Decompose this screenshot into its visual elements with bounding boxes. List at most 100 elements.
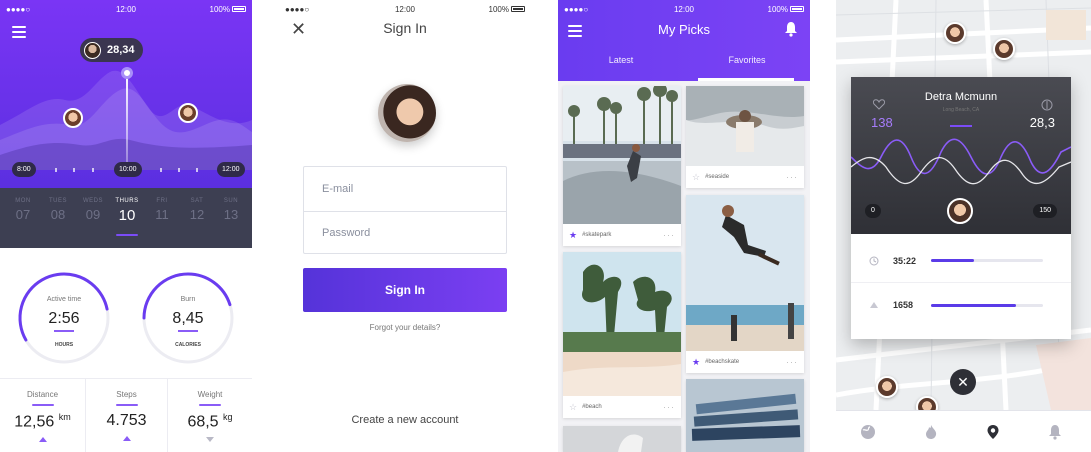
more-options-icon[interactable]: ··· <box>786 172 798 182</box>
timeline-scrubber[interactable]: 8:00 10:00 12:00 <box>0 162 252 178</box>
ring-unit: HOURS <box>54 342 74 348</box>
close-button[interactable]: ✕ <box>950 369 976 395</box>
battery-text: 100% <box>488 4 509 14</box>
more-options-icon[interactable]: ··· <box>663 230 675 240</box>
bubble-value: 28,34 <box>107 44 135 56</box>
time-chip-current: 10:00 <box>114 162 142 177</box>
books-photo <box>686 379 804 452</box>
pick-card[interactable]: ★ #skatepark ··· <box>563 86 681 246</box>
ring-value: 2:56 <box>48 310 80 327</box>
metrics-row: Distance 12,56 km Steps 4.753 Weight 68,… <box>0 378 252 452</box>
profile-location: Long Beach, CA <box>942 107 980 113</box>
menu-icon[interactable] <box>12 26 26 38</box>
ring-label: Active time <box>46 296 82 303</box>
distance-metric[interactable]: Distance 12,56 km <box>0 379 86 452</box>
card-caption: ★ #skatepark ··· <box>563 224 681 246</box>
avatar <box>378 84 436 142</box>
more-options-icon[interactable]: ··· <box>786 357 798 367</box>
pin-icon[interactable] <box>986 424 1000 440</box>
card-tag: #beachskate <box>705 359 740 365</box>
value-bubble: 28,34 <box>80 38 143 62</box>
clock-icon <box>869 256 879 265</box>
timeline-tick <box>73 168 75 172</box>
map-user-pin[interactable] <box>876 376 898 398</box>
metric-number: 68,5 <box>187 413 219 431</box>
card-tag: #seaside <box>705 174 730 180</box>
day-name: WEDS <box>83 198 103 204</box>
day-number: 07 <box>15 207 31 222</box>
signin-screen: ●●●●○ 12:00 100% ✕ Sign In Sign In Forgo… <box>279 0 531 452</box>
timeline-tick <box>160 168 162 172</box>
day-selector: MON 07 TUES 08 WEDS 09 THURS 10 FRI 11 SAT 12 … <box>0 188 252 248</box>
bell-icon[interactable] <box>784 21 798 37</box>
duration-stat: 35:22 <box>851 239 1071 283</box>
skatepark-photo <box>563 86 681 224</box>
tab-latest[interactable]: Latest <box>558 55 684 65</box>
time-cursor-handle[interactable] <box>121 67 133 79</box>
activity-waveform <box>851 138 1071 185</box>
metric-unit: km <box>58 412 71 422</box>
weight-metric[interactable]: Weight 68,5 kg <box>168 379 252 452</box>
trend-up-icon <box>38 437 47 443</box>
day-item[interactable]: SUN 13 <box>216 198 246 222</box>
stat-bar-fill <box>931 303 1017 307</box>
pick-card[interactable] <box>563 426 681 452</box>
friend-avatar-pin[interactable] <box>63 108 83 128</box>
status-bar: ●●●●○ 12:00 100% <box>279 0 531 18</box>
day-item[interactable]: WEDS 09 <box>78 198 108 222</box>
email-field[interactable] <box>304 167 506 211</box>
timeline-tick <box>55 168 57 172</box>
star-filled-icon[interactable]: ★ <box>692 357 700 367</box>
battery-icon <box>511 6 525 13</box>
day-name: SUN <box>223 198 239 204</box>
map-screen: Detra Mcmunn Long Beach, CA 138 28,3 0 1… <box>836 0 1091 452</box>
friend-avatar-pin[interactable] <box>178 103 198 123</box>
carrier-signal: ●●●●○ <box>564 4 589 14</box>
shoe-photo <box>563 426 681 452</box>
day-number: 10 <box>118 207 136 224</box>
forgot-details-link[interactable]: Forgot your details? <box>279 323 531 332</box>
avatar <box>84 41 101 59</box>
map-user-pin[interactable] <box>993 38 1015 60</box>
password-field[interactable] <box>304 211 506 255</box>
create-account-link[interactable]: Create a new account <box>279 414 531 426</box>
signin-button[interactable]: Sign In <box>303 268 507 312</box>
day-item[interactable]: FRI 11 <box>147 198 177 222</box>
stat-bar <box>931 259 1043 262</box>
metric-value: 4.753 <box>86 412 167 430</box>
star-filled-icon[interactable]: ★ <box>569 230 577 240</box>
star-outline-icon[interactable]: ☆ <box>569 402 577 412</box>
tab-favorites[interactable]: Favorites <box>684 55 810 65</box>
metric-number: 12,56 <box>14 413 55 431</box>
day-item[interactable]: TUES 08 <box>43 198 73 222</box>
active-time-ring: Active time 2:56 HOURS <box>16 270 112 366</box>
day-item[interactable]: MON 07 <box>8 198 38 222</box>
day-number: 12 <box>189 207 205 222</box>
avatar[interactable] <box>947 198 973 224</box>
map-user-pin[interactable] <box>944 22 966 44</box>
time-chip-end: 12:00 <box>217 162 245 177</box>
battery-icon <box>790 6 804 13</box>
card-caption: ☆ #beach ··· <box>563 396 681 418</box>
pick-card[interactable] <box>686 379 804 452</box>
bell-icon[interactable] <box>1048 424 1062 440</box>
star-outline-icon[interactable]: ☆ <box>692 172 700 182</box>
metric-value: 68,5 kg <box>168 412 252 431</box>
page-title: Sign In <box>383 20 427 36</box>
profile-name: Detra Mcmunn <box>924 91 998 103</box>
elevation-stat: 1658 <box>851 283 1071 327</box>
metric-label: Distance <box>26 390 59 399</box>
more-options-icon[interactable]: ··· <box>663 402 675 412</box>
globe-icon[interactable] <box>860 424 876 440</box>
pick-card[interactable]: ★ #beachskate ··· <box>686 195 804 373</box>
metric-label: Steps <box>116 390 137 399</box>
flame-icon[interactable] <box>924 424 938 440</box>
day-name: SAT <box>190 198 204 204</box>
day-item-selected[interactable]: THURS 10 <box>112 198 142 224</box>
steps-metric[interactable]: Steps 4.753 <box>86 379 168 452</box>
stat-bar <box>931 303 1043 307</box>
pick-card[interactable]: ☆ #seaside ··· <box>686 86 804 188</box>
pick-card[interactable]: ☆ #beach ··· <box>563 252 681 418</box>
day-item[interactable]: SAT 12 <box>182 198 212 222</box>
battery-text: 100% <box>209 4 230 14</box>
